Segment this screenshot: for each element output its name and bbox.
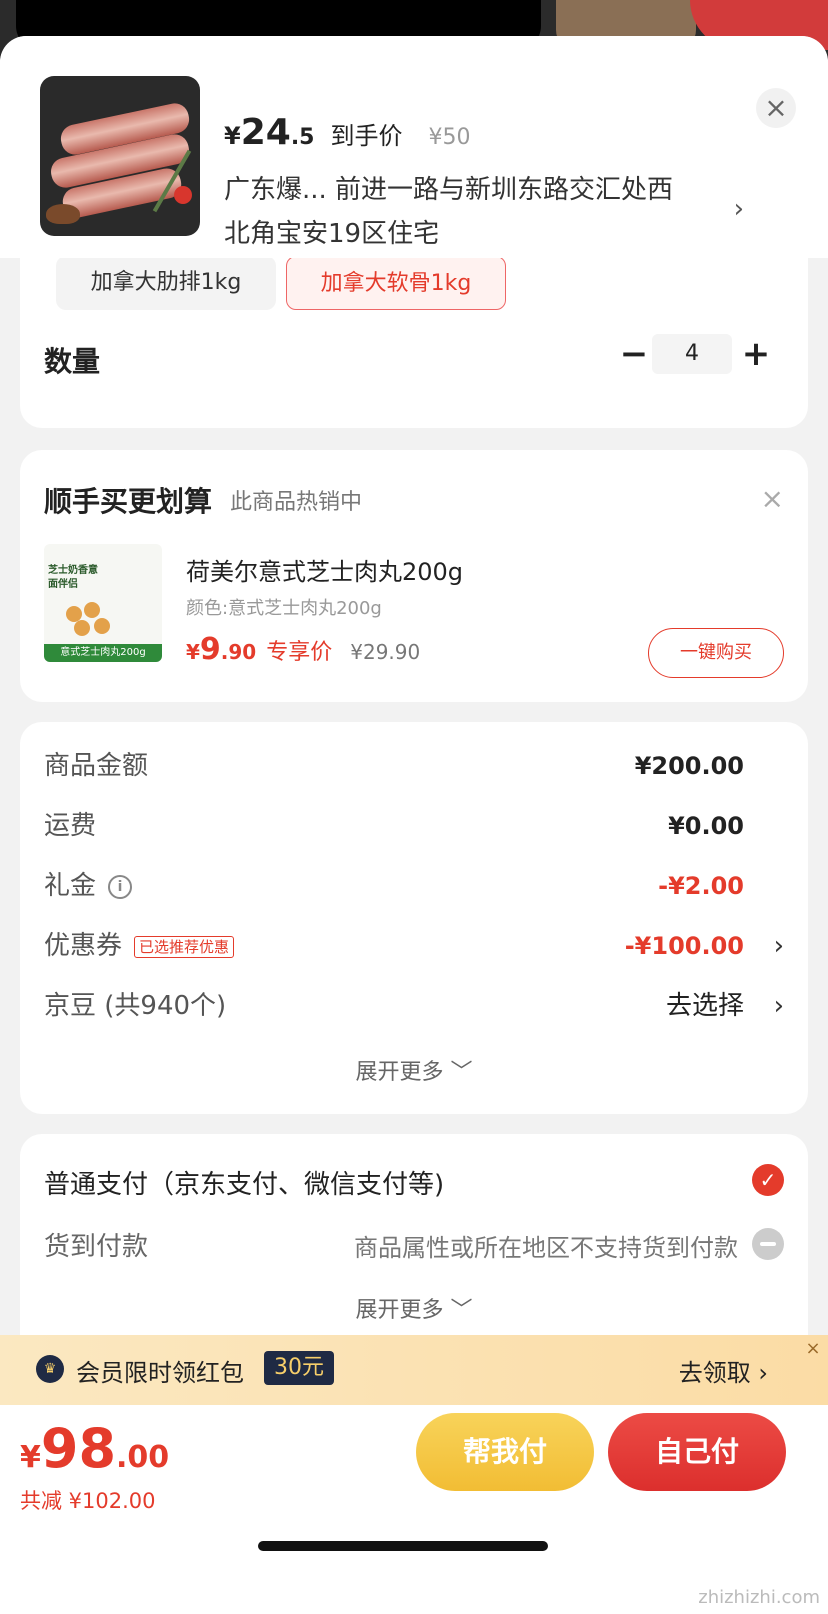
- amount-label: 礼金 i: [44, 866, 133, 906]
- total-price: ¥ 98 .00: [20, 1417, 169, 1480]
- checkout-bar: ¥ 98 .00 共减 ¥102.00 帮我付 自己付 zhizhizhi.co…: [0, 1405, 828, 1614]
- upsell-card: 顺手买更划算 此商品热销中 × 芝士奶香意面伴侣 意式芝士肉丸200g 荷美尔意…: [20, 450, 808, 702]
- price-line: ¥ 24 .5 到手价 ¥50: [224, 112, 470, 153]
- price-integer: 98: [40, 1417, 117, 1480]
- close-icon[interactable]: ×: [756, 88, 796, 128]
- chevron-right-icon: ›: [773, 991, 784, 1021]
- price-tag: 到手价: [330, 122, 403, 150]
- info-icon[interactable]: i: [108, 874, 133, 899]
- home-indicator[interactable]: [258, 1541, 548, 1551]
- price-integer: 24: [240, 112, 291, 153]
- amount-label: 商品金额: [44, 751, 149, 781]
- spec-option[interactable]: 加拿大肋排1kg: [56, 256, 276, 310]
- amount-label: 运费: [44, 811, 97, 841]
- image-caption: 意式芝士肉丸200g: [44, 644, 162, 662]
- check-icon[interactable]: ✓: [752, 1164, 784, 1196]
- member-banner[interactable]: ♛ 会员限时领红包 30元 去领取 › ×: [0, 1335, 828, 1405]
- disabled-icon: [752, 1228, 784, 1260]
- price-decimal: .5: [290, 125, 315, 150]
- original-price: ¥50: [428, 125, 471, 150]
- delivery-address[interactable]: 广东爆... 前进一路与新圳东路交汇处西北角宝安19区住宅: [224, 168, 694, 256]
- amount-row: 礼金 i -¥2.00: [44, 866, 784, 906]
- jingdou-row[interactable]: 京豆 (共940个) 去选择 ›: [44, 986, 784, 1026]
- product-header: ¥ 24 .5 到手价 ¥50 广东爆... 前进一路与新圳东路交汇处西北角宝安…: [0, 36, 828, 258]
- cod-note: 商品属性或所在地区不支持货到付款: [354, 1234, 738, 1262]
- price-currency: ¥: [186, 640, 200, 664]
- spec-card: 加拿大肋排1kg 加拿大软骨1kg 数量 − 4 +: [20, 236, 808, 428]
- price-integer: 9: [199, 632, 221, 667]
- spec-option-selected[interactable]: 加拿大软骨1kg: [286, 256, 506, 310]
- expand-more-button[interactable]: 展开更多 ﹀: [20, 1054, 808, 1086]
- payment-option-normal[interactable]: 普通支付（京东支付、微信支付等): [44, 1164, 444, 1201]
- close-icon[interactable]: ×: [798, 1335, 828, 1365]
- quantity-input[interactable]: 4: [652, 334, 732, 374]
- amount-label: 优惠券 已选推荐优惠: [44, 926, 235, 966]
- close-icon[interactable]: ×: [761, 482, 784, 515]
- amount-value: -¥100.00: [624, 932, 744, 960]
- coupon-badge: 已选推荐优惠: [134, 935, 235, 958]
- banner-amount: 30元: [264, 1351, 334, 1385]
- amount-value: ¥200.00: [634, 752, 744, 780]
- payment-option-cod: 货到付款: [44, 1232, 149, 1262]
- banner-text: 会员限时领红包: [76, 1359, 244, 1387]
- original-price: ¥29.90: [350, 640, 421, 664]
- minus-icon[interactable]: −: [614, 334, 654, 374]
- payment-card: 普通支付（京东支付、微信支付等) ✓ 货到付款 商品属性或所在地区不支持货到付款…: [20, 1134, 808, 1358]
- expand-more-button[interactable]: 展开更多 ﹀: [20, 1292, 808, 1324]
- price-currency: ¥: [224, 122, 241, 150]
- watermark: zhizhizhi.com: [698, 1587, 820, 1608]
- amount-value: -¥2.00: [658, 872, 744, 900]
- price-currency: ¥: [20, 1440, 41, 1475]
- self-pay-button[interactable]: 自己付: [608, 1413, 786, 1491]
- price-decimal: .00: [116, 1440, 170, 1475]
- upsell-product-spec: 颜色:意式芝士肉丸200g: [186, 598, 382, 619]
- total-saved: 共减 ¥102.00: [20, 1489, 156, 1513]
- quick-buy-button[interactable]: 一键购买: [648, 628, 784, 678]
- claim-button[interactable]: 去领取 ›: [679, 1353, 768, 1388]
- price-decimal: .90: [220, 640, 257, 664]
- chevron-right-icon: ›: [773, 931, 784, 961]
- amount-value: 去选择: [665, 991, 744, 1021]
- plus-icon[interactable]: +: [736, 334, 776, 374]
- upsell-subtitle: 此商品热销中: [230, 490, 363, 515]
- upsell-price: ¥ 9 .90 专享价 ¥29.90: [186, 632, 420, 667]
- upsell-title: 顺手买更划算: [44, 485, 213, 518]
- price-tag: 专享价: [266, 640, 333, 665]
- amount-label: 京豆 (共940个): [44, 991, 227, 1021]
- help-pay-button[interactable]: 帮我付: [416, 1413, 594, 1491]
- image-text: 芝士奶香意面伴侣: [48, 565, 98, 590]
- product-image: [40, 76, 200, 236]
- crown-icon: ♛: [36, 1355, 64, 1383]
- quantity-label: 数量: [44, 345, 101, 378]
- amount-value: ¥0.00: [668, 812, 744, 840]
- amount-row: 商品金额 ¥200.00: [44, 746, 784, 786]
- upsell-product-image[interactable]: 芝士奶香意面伴侣 意式芝士肉丸200g: [44, 544, 162, 662]
- amount-card: 商品金额 ¥200.00 运费 ¥0.00 礼金 i -¥2.00 优惠券 已选推荐…: [20, 722, 808, 1114]
- amount-row: 运费 ¥0.00: [44, 806, 784, 846]
- coupon-row[interactable]: 优惠券 已选推荐优惠 -¥100.00 ›: [44, 926, 784, 966]
- upsell-product-name[interactable]: 荷美尔意式芝士肉丸200g: [186, 552, 463, 587]
- chevron-right-icon[interactable]: ›: [734, 194, 744, 224]
